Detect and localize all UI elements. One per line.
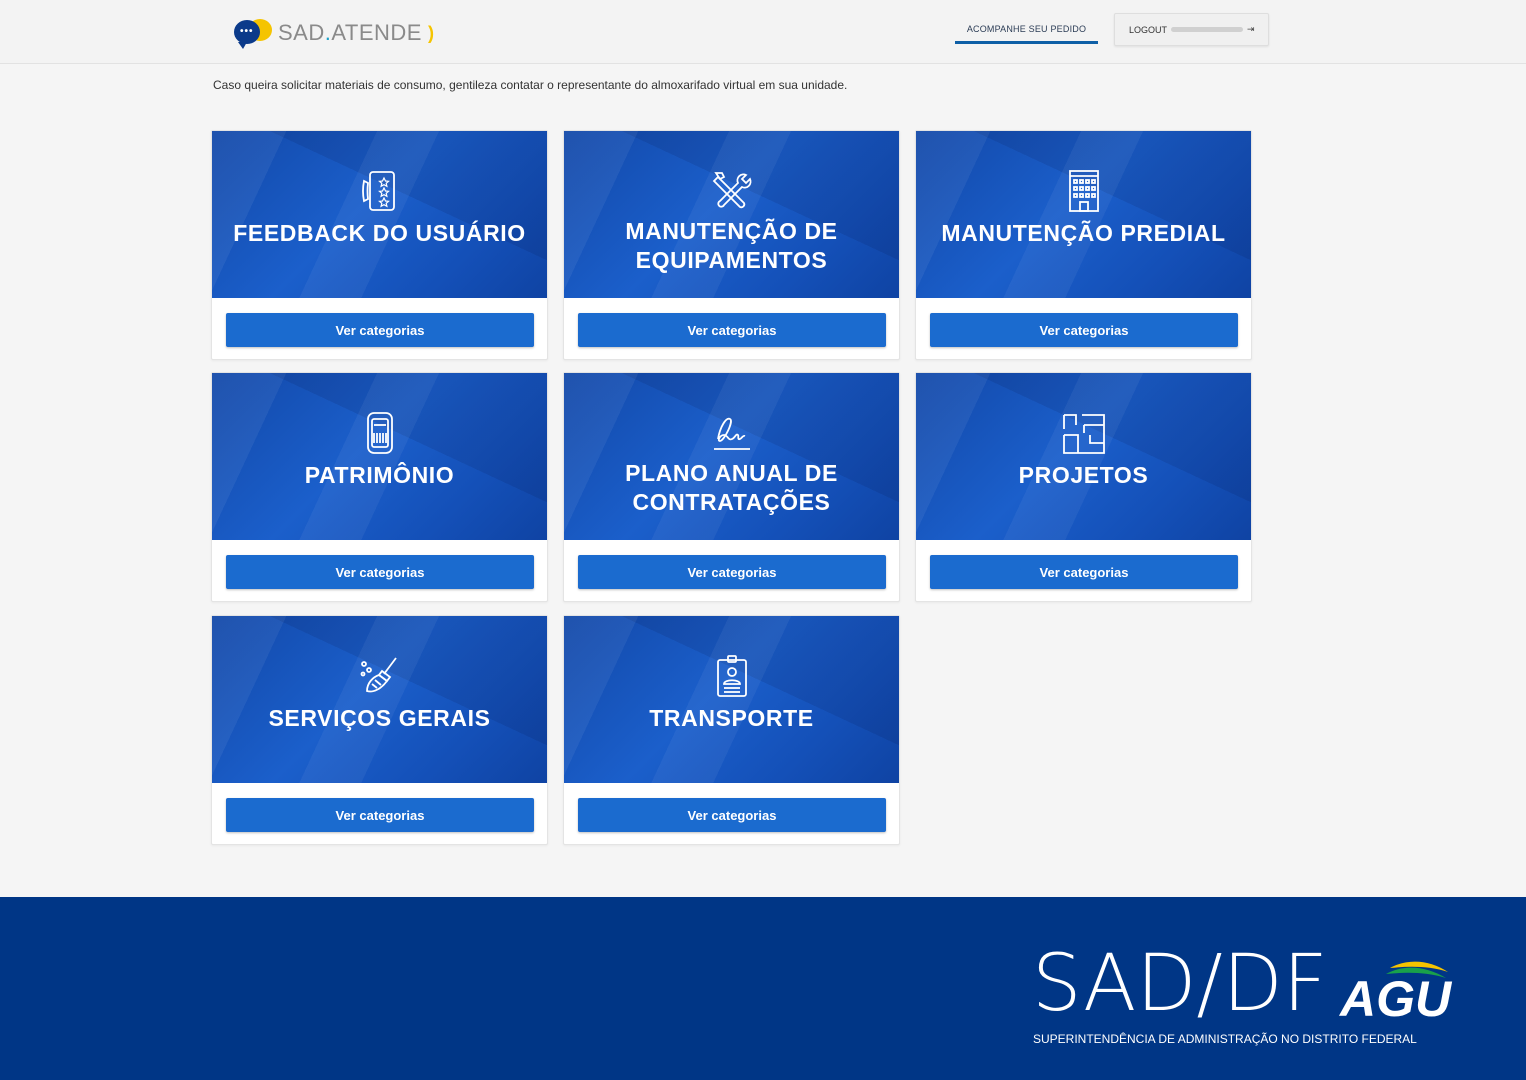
see-categories-button[interactable]: Ver categorias <box>930 313 1238 347</box>
sad-df-brand: SAD/DF <box>1032 939 1328 1029</box>
broom-icon <box>358 654 402 698</box>
card-title: PATRIMÔNIO <box>304 462 455 488</box>
agu-wordmark: AGU <box>1338 971 1453 1020</box>
sad-atende-logo[interactable]: ••• SAD.ATENDE ) <box>234 17 434 49</box>
card-banner: MANUTENÇÃO PREDIAL <box>916 131 1251 298</box>
card-banner: TRANSPORTE <box>564 616 899 783</box>
consumables-notice: Caso queira solicitar materiais de consu… <box>213 78 848 92</box>
driver-badge-icon <box>710 654 754 698</box>
logo-text: SAD.ATENDE <box>278 20 422 45</box>
exit-icon: ⇥ <box>1247 24 1255 34</box>
logout-label: LOGOUT <box>1129 24 1168 35</box>
floor-plan-icon <box>1062 411 1106 455</box>
card-title: MANUTENÇÃO PREDIAL <box>941 220 1226 246</box>
card-title: PLANO ANUAL DE CONTRATAÇÕES <box>625 460 838 515</box>
card-title: PROJETOS <box>1018 462 1149 488</box>
asset-tag-icon <box>358 411 402 455</box>
see-categories-button[interactable]: Ver categorias <box>578 798 886 832</box>
service-card-transport[interactable]: TRANSPORTE Ver categorias <box>563 615 900 845</box>
service-card-annual-plan[interactable]: PLANO ANUAL DE CONTRATAÇÕES Ver categoria… <box>563 372 900 602</box>
service-card-assets[interactable]: PATRIMÔNIO Ver categorias <box>211 372 548 602</box>
footer-subtitle: SUPERINTENDÊNCIA DE ADMINISTRAÇÃO NO DIS… <box>1033 1032 1417 1046</box>
card-banner: PATRIMÔNIO <box>212 373 547 540</box>
service-card-feedback[interactable]: FEEDBACK DO USUÁRIO Ver categorias <box>211 130 548 360</box>
sound-waves-icon: ) <box>427 22 434 43</box>
card-banner: MANUTENÇÃO DE EQUIPAMENTOS <box>564 131 899 298</box>
see-categories-button[interactable]: Ver categorias <box>226 798 534 832</box>
card-banner: SERVIÇOS GERAIS <box>212 616 547 783</box>
card-title: SERVIÇOS GERAIS <box>268 705 491 731</box>
logout-button[interactable]: LOGOUT ⇥ <box>1114 13 1269 46</box>
see-categories-button[interactable]: Ver categorias <box>226 555 534 589</box>
card-title: MANUTENÇÃO DE EQUIPAMENTOS <box>625 218 838 273</box>
track-request-link[interactable]: ACOMPANHE SEU PEDIDO <box>955 16 1098 44</box>
service-card-building-maintenance[interactable]: MANUTENÇÃO PREDIAL Ver categorias <box>915 130 1252 360</box>
top-header: ••• SAD.ATENDE ) ACOMPANHE SEU PEDIDO LO… <box>0 0 1526 64</box>
service-card-projects[interactable]: PROJETOS Ver categorias <box>915 372 1252 602</box>
username-redacted <box>1171 27 1244 32</box>
card-banner: PROJETOS <box>916 373 1251 540</box>
service-card-equipment-maintenance[interactable]: MANUTENÇÃO DE EQUIPAMENTOS Ver categorias <box>563 130 900 360</box>
card-banner: FEEDBACK DO USUÁRIO <box>212 131 547 298</box>
see-categories-button[interactable]: Ver categorias <box>578 313 886 347</box>
chat-bubbles-icon: ••• <box>234 17 274 49</box>
see-categories-button[interactable]: Ver categorias <box>226 313 534 347</box>
card-banner: PLANO ANUAL DE CONTRATAÇÕES <box>564 373 899 540</box>
signature-icon <box>710 411 754 455</box>
building-icon <box>1062 169 1106 213</box>
service-card-general-services[interactable]: SERVIÇOS GERAIS Ver categorias <box>211 615 548 845</box>
card-title: FEEDBACK DO USUÁRIO <box>233 220 526 246</box>
phone-rating-icon <box>358 169 402 213</box>
tools-icon <box>710 169 754 213</box>
see-categories-button[interactable]: Ver categorias <box>578 555 886 589</box>
agu-logo: AGU <box>1338 960 1453 1027</box>
card-title: TRANSPORTE <box>649 705 814 731</box>
see-categories-button[interactable]: Ver categorias <box>930 555 1238 589</box>
